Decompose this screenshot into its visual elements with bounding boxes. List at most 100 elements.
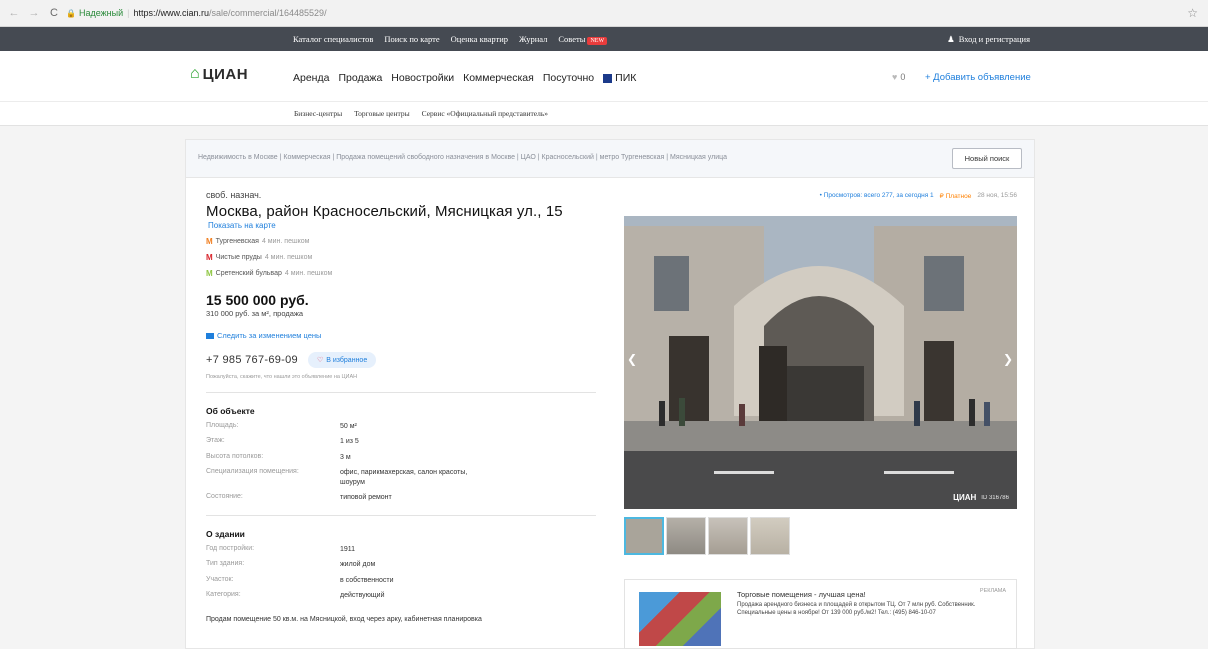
watermark-id: ID 316786 [981,494,1009,501]
watch-price-link[interactable]: Следить за изменением цены [206,331,596,340]
metro-walk-time: 4 мин. пешком [284,270,333,277]
listing-price: 15 500 000 руб. [206,292,309,308]
metro-icon: M [206,269,213,278]
property-row: Этаж: 1 из 5 [206,437,359,446]
listing-address: Москва, район Красносельский, Мясницкая … [206,203,563,220]
metro-station[interactable]: M Чистые пруды 4 мин. пешком [206,253,596,262]
cian-logo[interactable]: ⌂ ЦИАН [190,65,248,83]
topbar-link-map-search[interactable]: Поиск по карте [384,34,439,44]
new-search-button[interactable]: Новый поиск [952,148,1022,169]
metro-name: Чистые пруды [215,254,262,261]
property-row: Состояние: типовой ремонт [206,493,392,502]
divider [206,392,596,393]
building-row: Участок: в собственности [206,575,394,584]
metro-name: Тургеневская [215,238,259,245]
reload-icon[interactable]: C [48,7,60,19]
thumbnail[interactable] [750,517,790,555]
add-to-favorites-button[interactable]: ♡ В избранное [307,352,377,368]
ad-text: Продажа арендного бизнеса и площадей в о… [737,602,976,617]
photo-watermark: ЦИАН ID 316786 [953,493,1009,502]
secure-label: Надежный [78,8,124,18]
heart-outline-icon: ♡ [316,357,324,364]
favorites-link[interactable]: ♥ 0 [892,72,905,82]
bookmark-star-icon[interactable]: ☆ [1187,6,1198,20]
browser-toolbar: ← → C 🔒 Надежный | https://www.cian.ru /… [0,0,1208,27]
topbar-link-valuation[interactable]: Оценка квартир [451,34,508,44]
metro-walk-time: 4 мин. пешком [261,238,310,245]
pik-icon [603,73,613,83]
metro-station[interactable]: M Тургеневская 4 мин. пешком [206,237,596,246]
contact-note: Пожалуйста, скажите, что нашли это объяв… [206,374,358,380]
prev-photo-icon[interactable]: ❮ [627,352,637,366]
show-on-map-link[interactable]: Показать на карте [208,221,596,230]
thumbnail[interactable] [624,517,664,555]
metro-icon: M [206,237,213,246]
topbar-link-tips[interactable]: Советы NEW [558,34,608,45]
metro-station[interactable]: M Сретенский бульвар 4 мин. пешком [206,269,596,278]
listing-card: Недвижимость в Москве | Коммерческая | П… [185,139,1035,649]
heart-icon: ♥ [892,72,898,82]
thumbnail[interactable] [708,517,748,555]
subnav-official-rep[interactable]: Сервис «Официальный представитель» [422,109,548,118]
price-per-meter: 310 000 руб. за м², продажа [206,309,304,318]
nav-rent[interactable]: Аренда [293,72,329,84]
metro-name: Сретенский бульвар [215,270,282,277]
publish-date: 28 ноя, 15:56 [977,192,1017,199]
listing-category: своб. назнач. [206,190,262,200]
next-photo-icon[interactable]: ❯ [1003,352,1013,366]
main-photo[interactable]: ❮ ❯ ЦИАН ID 316786 [624,216,1017,509]
about-object-title: Об объекте [206,406,255,416]
sub-nav: Бизнес-центры Торговые центры Сервис «Оф… [0,101,1208,126]
nav-commercial[interactable]: Коммерческая [463,72,534,84]
subnav-business-centers[interactable]: Бизнес-центры [294,109,342,118]
site-header: ⌂ ЦИАН Аренда Продажа Новостройки Коммер… [0,51,1208,101]
about-building-title: О здании [206,528,245,539]
thumbnail[interactable] [666,517,706,555]
envelope-icon [206,332,214,339]
topbar-link-specialists[interactable]: Каталог специалистов [293,34,373,44]
back-icon[interactable]: ← [8,7,20,19]
nav-sale[interactable]: Продажа [338,72,382,84]
subnav-shopping-centers[interactable]: Торговые центры [354,109,409,118]
listing-stats: • Просмотров: всего 277, за сегодня 1 ₽ … [820,192,1017,200]
login-label: Вход и регистрация [958,34,1030,44]
breadcrumb[interactable]: Недвижимость в Москве | Коммерческая | П… [198,154,727,161]
breadcrumb-bar: Недвижимость в Москве | Коммерческая | П… [186,140,1034,178]
add-listing-link[interactable]: + Добавить объявление [925,72,1031,83]
ad-tag: РЕКЛАМА [979,588,1006,594]
paid-label: ₽ Платное [939,193,972,200]
top-bar: Каталог специалистов Поиск по карте Оцен… [0,27,1208,51]
property-row: Высота потолков: 3 м [206,452,351,461]
nav-daily[interactable]: Посуточно [543,72,594,84]
nav-new-buildings[interactable]: Новостройки [391,72,454,84]
lock-icon: 🔒 [66,8,76,18]
login-link[interactable]: ♟ Вход и регистрация [947,27,1030,51]
building-row: Тип здания: жилой дом [206,560,376,569]
building-row: Категория: действующий [206,590,385,599]
logo-text: ЦИАН [202,65,249,83]
url-path: /sale/commercial/164485529/ [209,8,327,18]
property-row: Площадь: 50 м² [206,422,357,430]
main-nav: Аренда Продажа Новостройки Коммерческая … [293,72,636,84]
url-host: https://www.cian.ru [133,8,209,18]
user-icon: ♟ [947,33,955,44]
topbar-link-magazine[interactable]: Журнал [519,34,547,44]
address-bar[interactable]: 🔒 Надежный | https://www.cian.ru /sale/c… [66,8,327,18]
nav-pik[interactable]: ПИК [603,72,636,84]
metro-walk-time: 4 мин. пешком [264,254,313,261]
phone-number[interactable]: +7 985 767-69-09 [206,354,298,366]
watch-price-label: Следить за изменением цены [217,331,322,340]
building-row: Год постройки: 1911 [206,544,356,553]
divider [206,514,596,516]
property-row: Специализация помещения: офис, парикмахер… [206,468,468,486]
views-count[interactable]: • Просмотров: всего 277, за сегодня 1 [820,192,934,200]
ad-title[interactable]: Торговые помещения - лучшая цена! [737,590,866,599]
building-photo-image [624,216,1017,509]
ad-image [639,592,721,646]
photo-thumbnails [624,517,790,555]
contact-row: +7 985 767-69-09 ♡ В избранное [206,352,596,368]
listing-description: Продам помещение 50 кв.м. на Мясницкой, … [206,616,482,624]
forward-icon[interactable]: → [28,7,40,19]
watermark-logo: ЦИАН [953,493,977,502]
favorites-button-label: В избранное [326,356,368,364]
